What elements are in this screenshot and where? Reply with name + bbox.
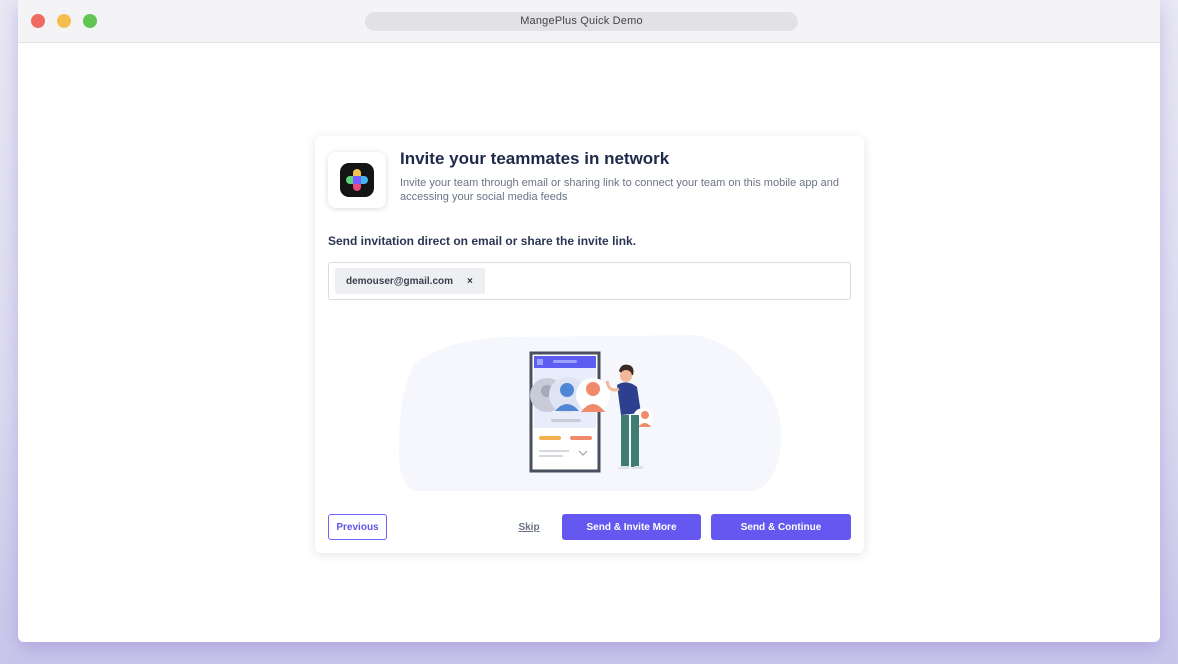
app-logo-icon <box>340 163 374 197</box>
window-title: MangePlus Quick Demo <box>365 12 798 31</box>
app-logo <box>328 152 386 208</box>
email-invite-input[interactable]: demouser@gmail.com × <box>328 262 851 300</box>
skip-button[interactable]: Skip <box>515 514 543 540</box>
maximize-window-button[interactable] <box>83 14 97 28</box>
section-label: Send invitation direct on email or share… <box>328 234 637 248</box>
invite-card: Invite your teammates in network Invite … <box>315 136 864 553</box>
remove-chip-icon[interactable]: × <box>467 276 473 287</box>
email-chip-label: demouser@gmail.com <box>346 275 454 287</box>
page-description: Invite your team through email or sharin… <box>400 177 840 203</box>
close-window-button[interactable] <box>31 14 45 28</box>
page-title: Invite your teammates in network <box>400 149 670 168</box>
minimize-window-button[interactable] <box>57 14 71 28</box>
send-invite-more-button[interactable]: Send & Invite More <box>562 514 701 540</box>
previous-button[interactable]: Previous <box>328 514 387 540</box>
email-chip: demouser@gmail.com × <box>335 268 485 294</box>
send-continue-button[interactable]: Send & Continue <box>711 514 851 540</box>
window-chrome: MangePlus Quick Demo <box>0 0 1178 43</box>
team-invite-illustration <box>398 335 782 491</box>
